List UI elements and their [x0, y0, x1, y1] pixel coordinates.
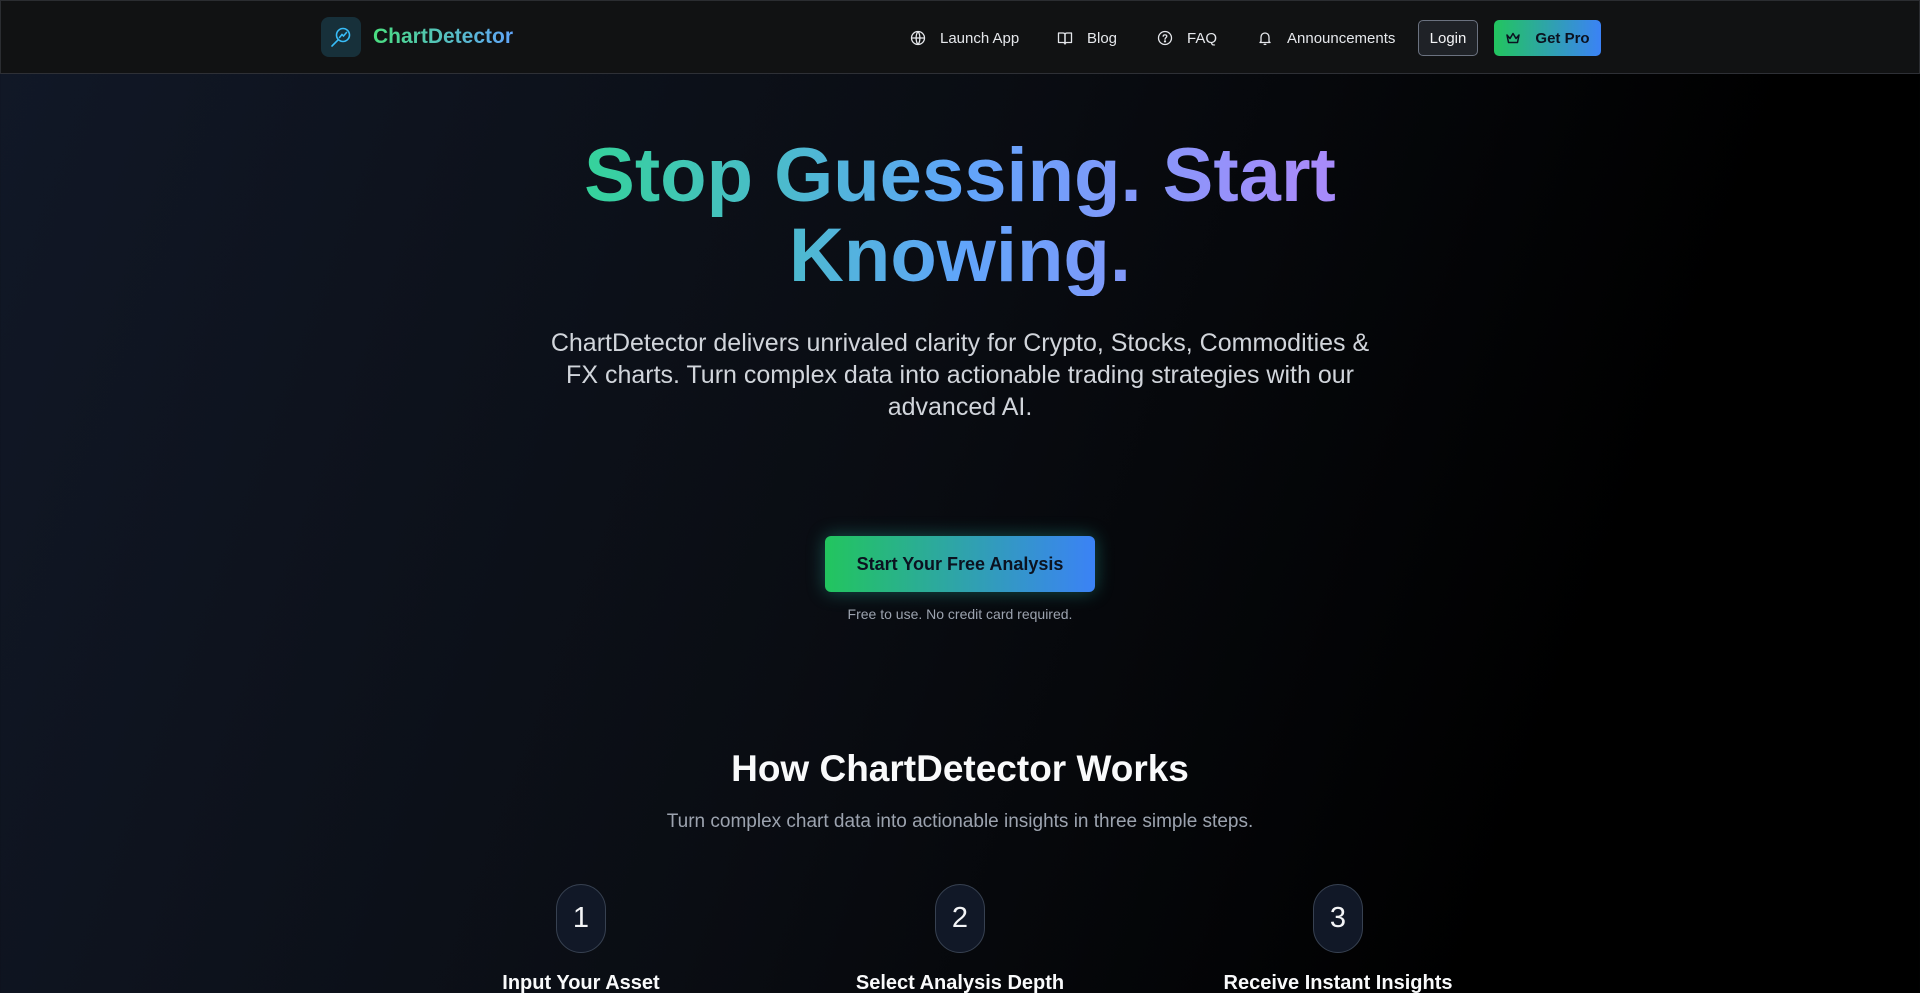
step-title: Receive Instant Insights — [1223, 972, 1453, 993]
top-navbar: ChartDetector Launch App Blog FAQ Announ… — [0, 0, 1920, 74]
get-pro-button[interactable]: Get Pro — [1494, 20, 1601, 56]
step-card: 2 Select Analysis Depth — [810, 884, 1110, 993]
cta-note: Free to use. No credit card required. — [847, 606, 1073, 622]
hero-title-line1: Stop Guessing. Start — [584, 133, 1336, 218]
step-number: 3 — [1313, 884, 1363, 953]
nav-label: Launch App — [940, 29, 1020, 47]
brand[interactable]: ChartDetector — [321, 17, 513, 57]
help-circle-icon — [1157, 30, 1173, 46]
step-number: 2 — [935, 884, 985, 953]
magnifier-chart-icon — [321, 17, 361, 57]
nav-label: FAQ — [1187, 29, 1218, 47]
how-it-works-title: How ChartDetector Works — [731, 748, 1189, 789]
nav-launch-app[interactable]: Launch App — [910, 20, 1019, 56]
crown-icon — [1506, 32, 1521, 44]
step-card: 1 Input Your Asset — [431, 884, 731, 993]
book-icon — [1057, 32, 1073, 45]
how-it-works-subtitle: Turn complex chart data into actionable … — [666, 811, 1254, 832]
step-title: Select Analysis Depth — [855, 972, 1065, 993]
hero-title-line2: Knowing. — [789, 213, 1131, 298]
nav-label: Announcements — [1287, 29, 1396, 47]
globe-icon — [910, 30, 926, 46]
bell-icon — [1259, 32, 1271, 46]
nav-blog[interactable]: Blog — [1057, 20, 1117, 56]
nav-announcements[interactable]: Announcements — [1257, 20, 1395, 56]
nav-faq[interactable]: FAQ — [1157, 20, 1217, 56]
hero-subtitle: ChartDetector delivers unrivaled clarity… — [550, 329, 1370, 421]
hero-title: Stop Guessing. Start Knowing. — [460, 136, 1460, 296]
login-button[interactable]: Login — [1418, 20, 1478, 56]
nav-label: Blog — [1087, 29, 1118, 47]
step-card: 3 Receive Instant Insights — [1188, 884, 1488, 993]
get-pro-label: Get Pro — [1535, 29, 1590, 47]
start-free-analysis-button[interactable]: Start Your Free Analysis — [825, 536, 1095, 592]
brand-name: ChartDetector — [373, 25, 514, 48]
step-title: Input Your Asset — [502, 972, 660, 993]
step-number: 1 — [556, 884, 606, 953]
